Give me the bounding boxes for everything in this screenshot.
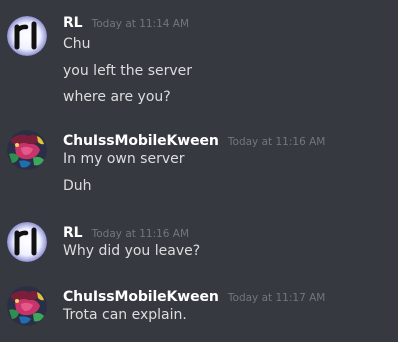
message-header: ChuIssMobileKween Today at 11:16 AM	[63, 130, 325, 150]
username[interactable]: RL	[63, 225, 83, 241]
timestamp: Today at 11:14 AM	[91, 18, 190, 30]
timestamp: Today at 11:16 AM	[227, 136, 326, 148]
timestamp: Today at 11:17 AM	[227, 292, 326, 304]
message-text: Chu	[63, 36, 91, 52]
message-text: Trota can explain.	[63, 307, 187, 323]
chat-message-list: RL Today at 11:14 AM Chu you left the se…	[0, 0, 398, 342]
username[interactable]: ChuIssMobileKween	[63, 133, 219, 149]
message-text: you left the server	[63, 63, 193, 79]
message-text: In my own server	[63, 151, 185, 167]
message-group: ChuIssMobileKween Today at 11:17 AM Trot…	[0, 286, 398, 330]
message-text: Duh	[63, 178, 92, 194]
pokemon-avatar-icon[interactable]	[7, 130, 47, 170]
rl-avatar-icon[interactable]	[7, 16, 47, 56]
message-header: RL Today at 11:16 AM	[63, 222, 189, 242]
pokemon-avatar-icon[interactable]	[7, 286, 47, 326]
username[interactable]: RL	[63, 15, 83, 31]
message-group: ChuIssMobileKween Today at 11:16 AM In m…	[0, 130, 398, 200]
rl-avatar-icon[interactable]	[7, 222, 47, 262]
message-text: where are you?	[63, 89, 171, 105]
message-header: ChuIssMobileKween Today at 11:17 AM	[63, 286, 325, 306]
message-text: Why did you leave?	[63, 243, 201, 259]
message-group: RL Today at 11:14 AM Chu you left the se…	[0, 12, 398, 108]
message-group: RL Today at 11:16 AM Why did you leave?	[0, 222, 398, 266]
timestamp: Today at 11:16 AM	[91, 228, 190, 240]
message-header: RL Today at 11:14 AM	[63, 12, 189, 32]
username[interactable]: ChuIssMobileKween	[63, 289, 219, 305]
